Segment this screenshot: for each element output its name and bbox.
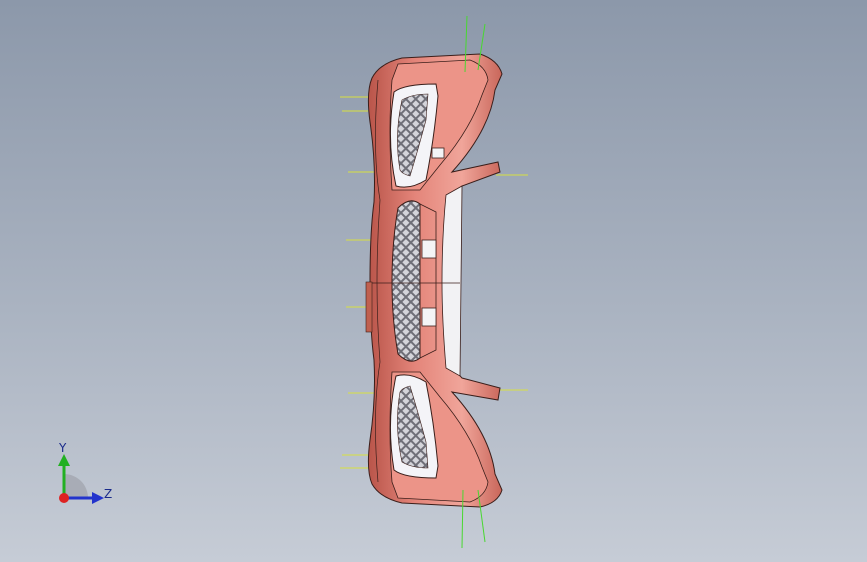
coordinate-triad-icon: Y Z bbox=[50, 440, 120, 515]
license-tab-bottom bbox=[421, 307, 437, 327]
y-axis-arrow bbox=[58, 454, 70, 466]
center-grille bbox=[391, 200, 421, 362]
y-axis-label: Y bbox=[59, 441, 67, 455]
license-tab-top bbox=[421, 239, 437, 259]
chrome-strip bbox=[441, 185, 463, 377]
triad-quarter-disc bbox=[64, 474, 88, 498]
front-bumper-model[interactable] bbox=[0, 0, 867, 562]
z-axis-arrow bbox=[92, 492, 104, 504]
center-clip bbox=[365, 281, 373, 333]
upper-sensor-square bbox=[431, 147, 445, 159]
3d-viewport[interactable]: Y Z bbox=[0, 0, 867, 562]
x-axis-dot bbox=[59, 493, 69, 503]
z-axis-label: Z bbox=[104, 487, 113, 501]
